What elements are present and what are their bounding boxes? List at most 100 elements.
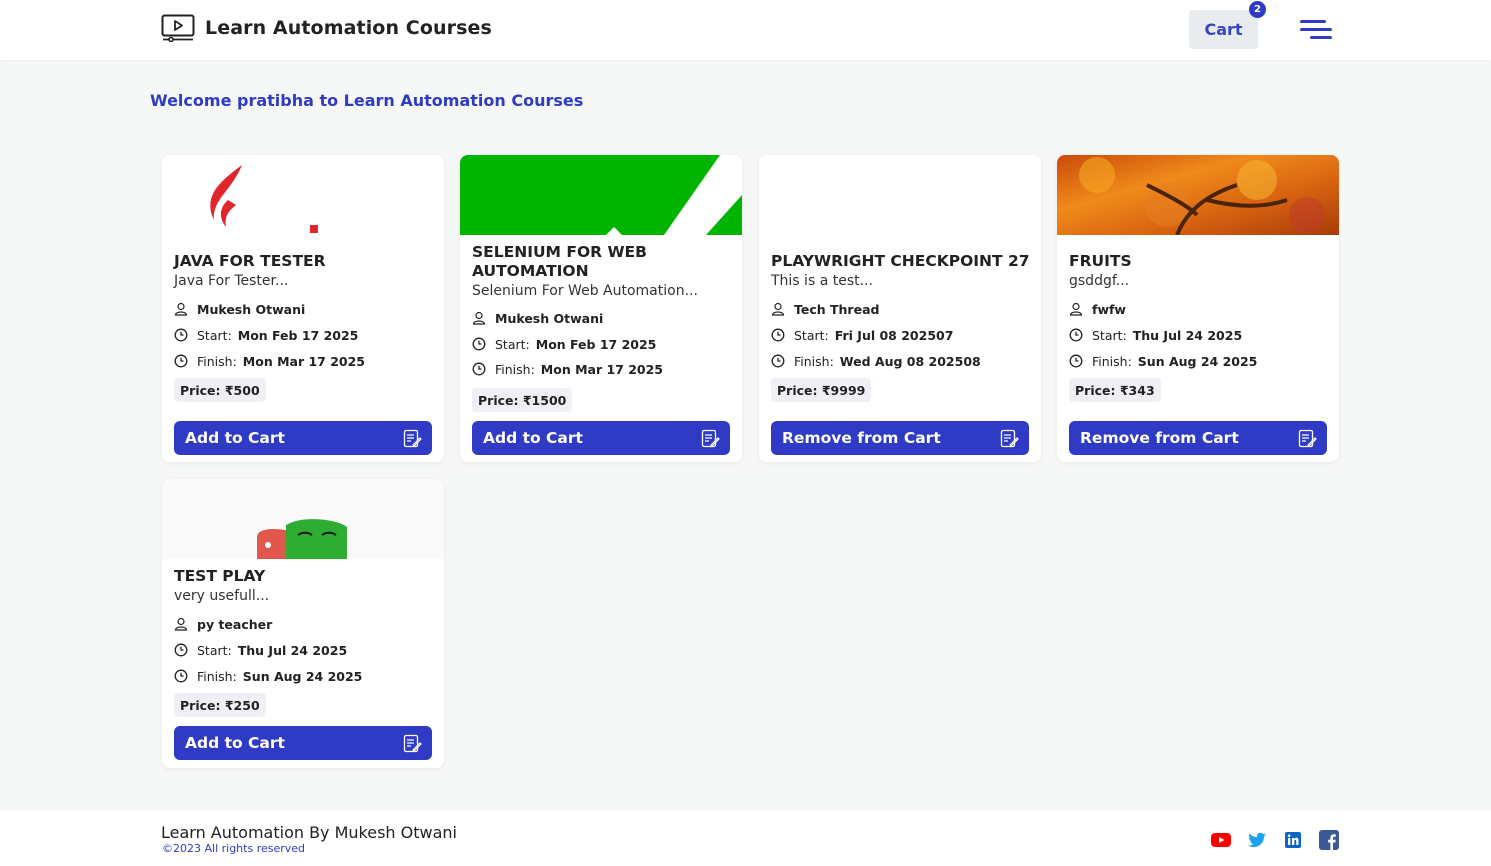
edit-note-icon [403,734,422,753]
button-label: Add to Cart [185,429,285,447]
start-date: Mon Feb 17 2025 [237,327,359,343]
course-description: gsddgf... [1069,273,1130,289]
button-label: Add to Cart [483,429,583,447]
clock-icon [472,337,486,351]
top-navbar: Learn Automation Courses Cart 2 [0,0,1491,60]
start-date-row: Start: Mon Feb 17 2025 [472,336,656,352]
course-image-selenium-logo [460,155,742,235]
price-badge: Price: ₹9999 [771,378,872,402]
start-label: Start: [1092,327,1127,343]
welcome-message: Welcome pratibha to Learn Automation Cou… [150,91,584,110]
course-title: TEST PLAY [174,567,266,585]
finish-label: Finish: [794,353,834,369]
start-label: Start: [495,336,530,352]
course-image-blank [759,155,1041,235]
price-badge: Price: ₹250 [174,693,266,717]
youtube-icon[interactable] [1210,829,1232,851]
remove-from-cart-button[interactable]: Remove from Cart [1069,421,1327,455]
clock-icon [771,328,785,342]
course-title: JAVA FOR TESTER [174,252,326,270]
clock-icon [174,328,188,342]
start-date: Mon Feb 17 2025 [535,336,657,352]
finish-date: Sun Aug 24 2025 [242,668,363,684]
start-label: Start: [197,327,232,343]
brand-title: Learn Automation Courses [205,17,492,39]
finish-date-row: Finish: Sun Aug 24 2025 [1069,353,1257,369]
clock-icon [771,354,785,368]
instructor-row: py teacher [174,616,272,632]
course-card: SELENIUM FOR WEB AUTOMATION Selenium For… [460,155,742,462]
finish-date-row: Finish: Sun Aug 24 2025 [174,668,362,684]
course-description: very usefull... [174,588,270,604]
start-date: Fri Jul 08 202507 [834,327,954,343]
course-image-autumn-tree-photo [1057,155,1339,235]
facebook-icon[interactable] [1318,829,1340,851]
clock-icon [174,669,188,683]
course-title: PLAYWRIGHT CHECKPOINT 27 [771,252,1030,270]
course-description: Java For Tester... [174,273,289,289]
video-course-icon [161,14,195,42]
clock-icon [472,362,486,376]
course-title: FRUITS [1069,252,1132,270]
add-to-cart-button[interactable]: Add to Cart [174,726,432,760]
course-card: PLAYWRIGHT CHECKPOINT 27 This is a test.… [759,155,1041,462]
finish-label: Finish: [197,353,237,369]
course-card: FRUITS gsddgf... fwfw Start: Thu Jul 24 … [1057,155,1339,462]
start-date-row: Start: Thu Jul 24 2025 [174,642,347,658]
course-title: SELENIUM FOR WEB AUTOMATION [472,243,647,280]
footer-title: Learn Automation By Mukesh Otwani [161,823,457,842]
hamburger-menu-icon[interactable] [1298,18,1332,42]
user-icon [1069,302,1083,316]
clock-icon [1069,354,1083,368]
finish-date: Sun Aug 24 2025 [1137,353,1258,369]
user-icon [472,311,486,325]
start-date-row: Start: Mon Feb 17 2025 [174,327,358,343]
course-card: TEST PLAY very usefull... py teacher Sta… [162,479,444,768]
copyright-text: ©2023 All rights reserved [162,842,306,855]
start-date-row: Start: Thu Jul 24 2025 [1069,327,1242,343]
price-badge: Price: ₹343 [1069,378,1161,402]
edit-note-icon [701,429,720,448]
instructor-name: Mukesh Otwani [197,301,306,317]
linkedin-icon[interactable] [1282,829,1304,851]
course-description: Selenium For Web Automation... [472,283,698,299]
footer: Learn Automation By Mukesh Otwani ©2023 … [0,811,1491,866]
clock-icon [174,643,188,657]
finish-label: Finish: [197,668,237,684]
finish-date: Mon Mar 17 2025 [540,361,664,377]
user-icon [771,302,785,316]
instructor-name: Tech Thread [794,301,880,317]
finish-date-row: Finish: Mon Mar 17 2025 [174,353,365,369]
start-date: Thu Jul 24 2025 [1132,327,1243,343]
instructor-name: fwfw [1092,301,1126,317]
finish-date-row: Finish: Wed Aug 08 202508 [771,353,981,369]
add-to-cart-button[interactable]: Add to Cart [472,421,730,455]
start-date-row: Start: Fri Jul 08 202507 [771,327,953,343]
finish-date: Mon Mar 17 2025 [242,353,366,369]
course-card: JAVA FOR TESTER Java For Tester... Mukes… [162,155,444,462]
twitter-icon[interactable] [1246,829,1268,851]
brand[interactable]: Learn Automation Courses [161,14,492,42]
instructor-row: Mukesh Otwani [174,301,305,317]
clock-icon [1069,328,1083,342]
course-image-playwright-masks-logo [162,479,444,559]
edit-note-icon [403,429,422,448]
cart-count-badge: 2 [1249,1,1266,18]
instructor-name: Mukesh Otwani [495,310,604,326]
instructor-name: py teacher [197,616,273,632]
cart-button[interactable]: Cart [1189,10,1258,49]
button-label: Remove from Cart [1080,429,1239,447]
price-badge: Price: ₹500 [174,378,266,402]
start-label: Start: [197,642,232,658]
instructor-row: fwfw [1069,301,1126,317]
edit-note-icon [1000,429,1019,448]
user-icon [174,302,188,316]
user-icon [174,617,188,631]
add-to-cart-button[interactable]: Add to Cart [174,421,432,455]
edit-note-icon [1298,429,1317,448]
clock-icon [174,354,188,368]
course-description: This is a test... [771,273,873,289]
remove-from-cart-button[interactable]: Remove from Cart [771,421,1029,455]
instructor-row: Mukesh Otwani [472,310,603,326]
price-badge: Price: ₹1500 [472,388,573,412]
